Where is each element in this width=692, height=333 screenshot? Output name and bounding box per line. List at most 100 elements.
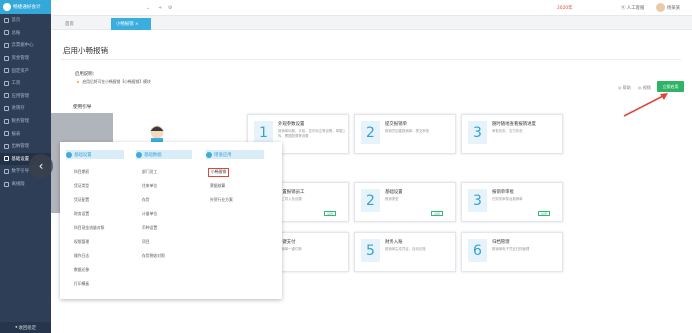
bullet-icon [77, 80, 80, 84]
enable-notes-heading: 启用说明: [75, 72, 95, 77]
period-selector[interactable]: 2020年 [557, 5, 573, 11]
guide-card[interactable]: 3 随时随地查看报销进度 审批状态，支付状态 [461, 114, 563, 154]
collapse-sidebar-button[interactable]: ◂ 收回组定 [0, 322, 51, 333]
card-desc: 报销单标题、字段、控件标注等设置，单据上传、票据配置等设置 [278, 129, 346, 138]
column-heading-basic-settings: 基础设置 [66, 150, 124, 159]
guide-card[interactable]: 5 财务入账 报销单生成凭证，自动记账 [354, 232, 456, 272]
help-link[interactable]: ◎ 帮助 [618, 85, 631, 91]
enable-notes-text: 启用后将可在小畅报销【小畅报销】模块 [77, 79, 151, 85]
sidebar-item-ledger[interactable]: 总账 [0, 27, 51, 40]
column-heading-label: 基础数据 [144, 152, 162, 158]
video-label: 视频 [642, 85, 651, 90]
menu-item[interactable]: 计量单位 [142, 211, 157, 217]
sidebar-item-home[interactable]: 首页 [0, 14, 51, 27]
sidebar-item-inventory[interactable]: 进销存 [0, 102, 51, 115]
sidebar-item-label: 总账 [11, 30, 21, 36]
card-title: 归档管理 [492, 240, 510, 245]
circle-icon [206, 151, 212, 158]
card-number: 2 [361, 121, 380, 144]
card-setting-tag[interactable]: 设置 [324, 211, 337, 216]
menu-item[interactable]: 存货 [142, 197, 150, 203]
menu-item[interactable]: 存货税收对照 [142, 253, 165, 259]
enable-notes-content: 启用后将可在小畅报销【小畅报销】模块 [82, 79, 151, 84]
usage-guide-heading: 使用引导 [73, 105, 92, 110]
column-heading-label: 增值应用 [214, 152, 232, 158]
sidebar-item-label: 基础设置 [11, 156, 30, 162]
menu-item[interactable]: 部门员工 [142, 169, 157, 175]
card-number: 3 [468, 121, 487, 144]
tab-home[interactable]: 首页 [65, 21, 74, 27]
menu-item[interactable]: 财务设置 [74, 211, 89, 217]
menu-item[interactable]: 票据核算 [210, 183, 225, 189]
menu-item[interactable]: 科目期初 [74, 169, 89, 175]
add-icon[interactable]: + [158, 5, 162, 11]
guide-card[interactable]: 2 基础设置 报销类型 设置 [354, 182, 456, 222]
card-setting-tag[interactable]: 设置 [431, 211, 444, 216]
card-number: 3 [468, 189, 487, 212]
sidebar-item-label: 云票据中心 [11, 43, 34, 49]
menu-item[interactable]: 外贸行业方案 [210, 197, 233, 203]
menu-item[interactable]: 权限管理 [74, 239, 89, 245]
user-name: 杨某某 [667, 5, 681, 11]
menu-item[interactable]: 操作日志 [74, 253, 89, 259]
card-desc: 审批状态，支付状态 [492, 129, 523, 133]
sidebar-item-fixed-assets[interactable]: 固定资产 [0, 64, 51, 77]
customer-service-link[interactable]: ⓠ 人工客服 [621, 5, 644, 11]
app-window: 畅捷通好会计 首页 总账 云票据中心 资金管理 固定资产 工资 应用管理 进销存… [0, 0, 692, 333]
guide-icon [4, 168, 9, 174]
sidebar-item-cashier[interactable]: 出纳管理 [0, 140, 51, 153]
guide-card[interactable]: 3 报销单审批 在财务审核及报销单 设置 [461, 182, 563, 222]
apps-icon [4, 93, 9, 99]
top-bar: ⌄ + ⚙ 2020年 ⓠ 人工客服 杨某某 [51, 0, 692, 16]
video-link[interactable]: ◎ 视频 [638, 85, 651, 91]
help-label: 帮助 [622, 85, 631, 90]
sidebar-item-offline[interactable]: 离线版 [0, 178, 51, 191]
circle-icon [136, 151, 142, 158]
payroll-icon [4, 80, 9, 86]
user-menu[interactable]: 杨某某 [656, 3, 680, 12]
brand-name: 畅捷通好会计 [13, 5, 41, 10]
card-title: 随时随地查看报销进度 [492, 122, 536, 127]
sidebar-item-payroll[interactable]: 工资 [0, 77, 51, 90]
menu-item[interactable]: 打印模板 [74, 281, 89, 287]
menu-item[interactable]: 科目现金流量对照 [74, 225, 104, 231]
sidebar-item-funds[interactable]: 资金管理 [0, 52, 51, 65]
page-title: 启用小畅报销 [63, 46, 108, 55]
sidebar-item-label: 固定资产 [11, 68, 30, 74]
assets-icon [4, 68, 9, 74]
tax-icon [4, 118, 9, 124]
card-desc: 报销类型 [385, 197, 399, 201]
column-heading-label: 基础设置 [74, 152, 92, 158]
card-desc: 在财务审核及报销单 [492, 197, 523, 201]
mascot-icon [150, 125, 164, 144]
tab-xiaochang-reimbursement[interactable]: 小畅报销 × [111, 18, 151, 30]
sidebar-item-reports[interactable]: 报表 [0, 127, 51, 140]
guide-card[interactable]: 2 提交报销单 报销员创建报销单，提交审批 [354, 114, 456, 154]
inventory-icon [4, 105, 9, 111]
sidebar-item-label: 工资 [11, 81, 21, 87]
card-title: 报销单审批 [492, 190, 514, 195]
divider [61, 59, 681, 60]
chevron-down-icon[interactable]: ⌄ [146, 5, 150, 11]
chevron-left-icon[interactable]: ‹ [29, 154, 53, 178]
menu-item[interactable]: 项目 [142, 239, 150, 245]
card-setting-tag[interactable]: 设置 [538, 211, 551, 216]
menu-item-xiaochang-reimbursement[interactable]: 小畅报销 [208, 168, 230, 177]
enable-button[interactable]: 立即启用 [657, 81, 684, 92]
gear-icon[interactable]: ⚙ [168, 5, 172, 11]
menu-item[interactable]: 凭证类型 [74, 183, 89, 189]
tab-bar: 首页 小畅报销 × [51, 16, 692, 30]
menu-item[interactable]: 数据迁移 [74, 267, 89, 273]
sidebar-item-label: 进销存 [11, 106, 25, 112]
card-desc: 报销单电子凭证归档管理 [492, 247, 530, 251]
brand: 畅捷通好会计 [0, 0, 51, 14]
guide-card[interactable]: 6 归档管理 报销单电子凭证归档管理 [461, 232, 563, 272]
menu-item[interactable]: 往来单位 [142, 183, 157, 189]
card-title: 基础设置 [385, 190, 403, 195]
sidebar-item-cloud-invoice[interactable]: 云票据中心 [0, 39, 51, 52]
sidebar-item-tax[interactable]: 税务管理 [0, 115, 51, 128]
menu-item[interactable]: 凭证配置 [74, 197, 89, 203]
card-number: 2 [361, 189, 380, 212]
sidebar-item-app-manage[interactable]: 应用管理 [0, 90, 51, 103]
menu-item[interactable]: 币种设置 [142, 225, 157, 231]
